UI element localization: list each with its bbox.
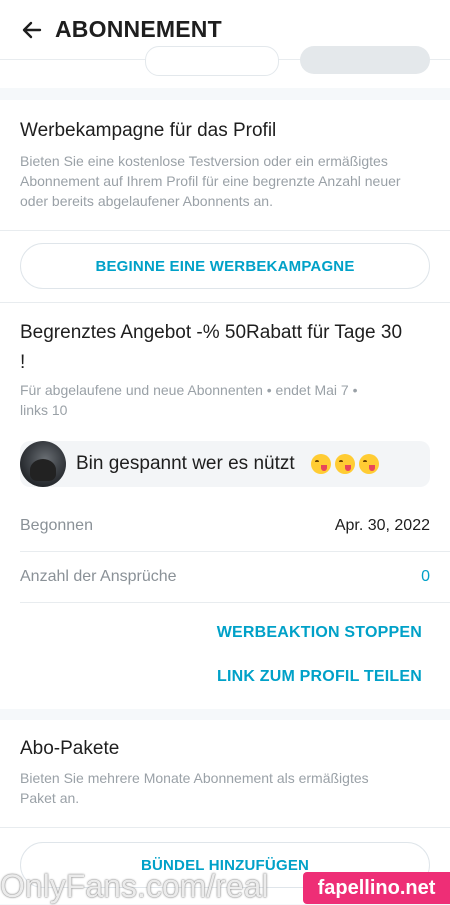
divider: [0, 827, 450, 828]
bundles-title: Abo-Pakete: [20, 738, 120, 759]
peek-button-filled[interactable]: [300, 46, 430, 74]
started-value: Apr. 30, 2022: [334, 517, 430, 534]
bundles-description-1: Bieten Sie mehrere Monate Abonnement als…: [20, 770, 369, 786]
bundles-description-2: Paket an.: [20, 790, 80, 806]
watermark-badge: fapellino.net: [303, 872, 450, 904]
share-profile-link[interactable]: LINK ZUM PROFIL TEILEN: [217, 668, 422, 686]
divider: [0, 230, 450, 231]
offer-message-text: Bin gespannt wer es nützt: [76, 453, 295, 474]
divider: [20, 602, 450, 603]
avatar[interactable]: [20, 441, 66, 487]
yum-face-emoji: [311, 454, 331, 474]
yum-face-emoji: [359, 454, 379, 474]
promo-campaign-description-3: oder bereits abgelaufener Abonnents an.: [20, 193, 273, 209]
offer-message-bubble: Bin gespannt wer es nützt: [20, 441, 430, 487]
promo-campaign-description-1: Bieten Sie eine kostenlose Testversion o…: [20, 153, 388, 169]
offer-meta-2: links 10: [20, 402, 68, 418]
page-title: ABONNEMENT: [55, 16, 222, 42]
started-label: Begonnen: [20, 517, 93, 534]
arrow-left-icon[interactable]: [20, 18, 44, 42]
peek-button-outline[interactable]: [145, 46, 279, 76]
claims-value: 0: [421, 568, 430, 585]
offer-title: Begrenztes Angebot -% 50Rabatt für Tage …: [20, 322, 403, 343]
limited-offer-card: [0, 302, 450, 709]
claims-label: Anzahl der Ansprüche: [20, 568, 177, 585]
divider: [20, 551, 450, 552]
start-campaign-button[interactable]: BEGINNE EINE WERBEKAMPAGNE: [20, 243, 430, 289]
yum-face-emoji: [335, 454, 355, 474]
offer-title-continued: !: [20, 352, 26, 373]
previous-section-peek: [0, 46, 450, 88]
watermark-text: OnlyFans.com/real: [0, 868, 269, 904]
stop-promotion-link[interactable]: WERBEAKTION STOPPEN: [217, 624, 422, 642]
promo-campaign-description-2: Abonnement auf Ihrem Profil für eine beg…: [20, 173, 401, 189]
promo-campaign-title: Werbekampagne für das Profil: [20, 120, 277, 141]
offer-meta-1: Für abgelaufene und neue Abonnenten • en…: [20, 382, 358, 398]
